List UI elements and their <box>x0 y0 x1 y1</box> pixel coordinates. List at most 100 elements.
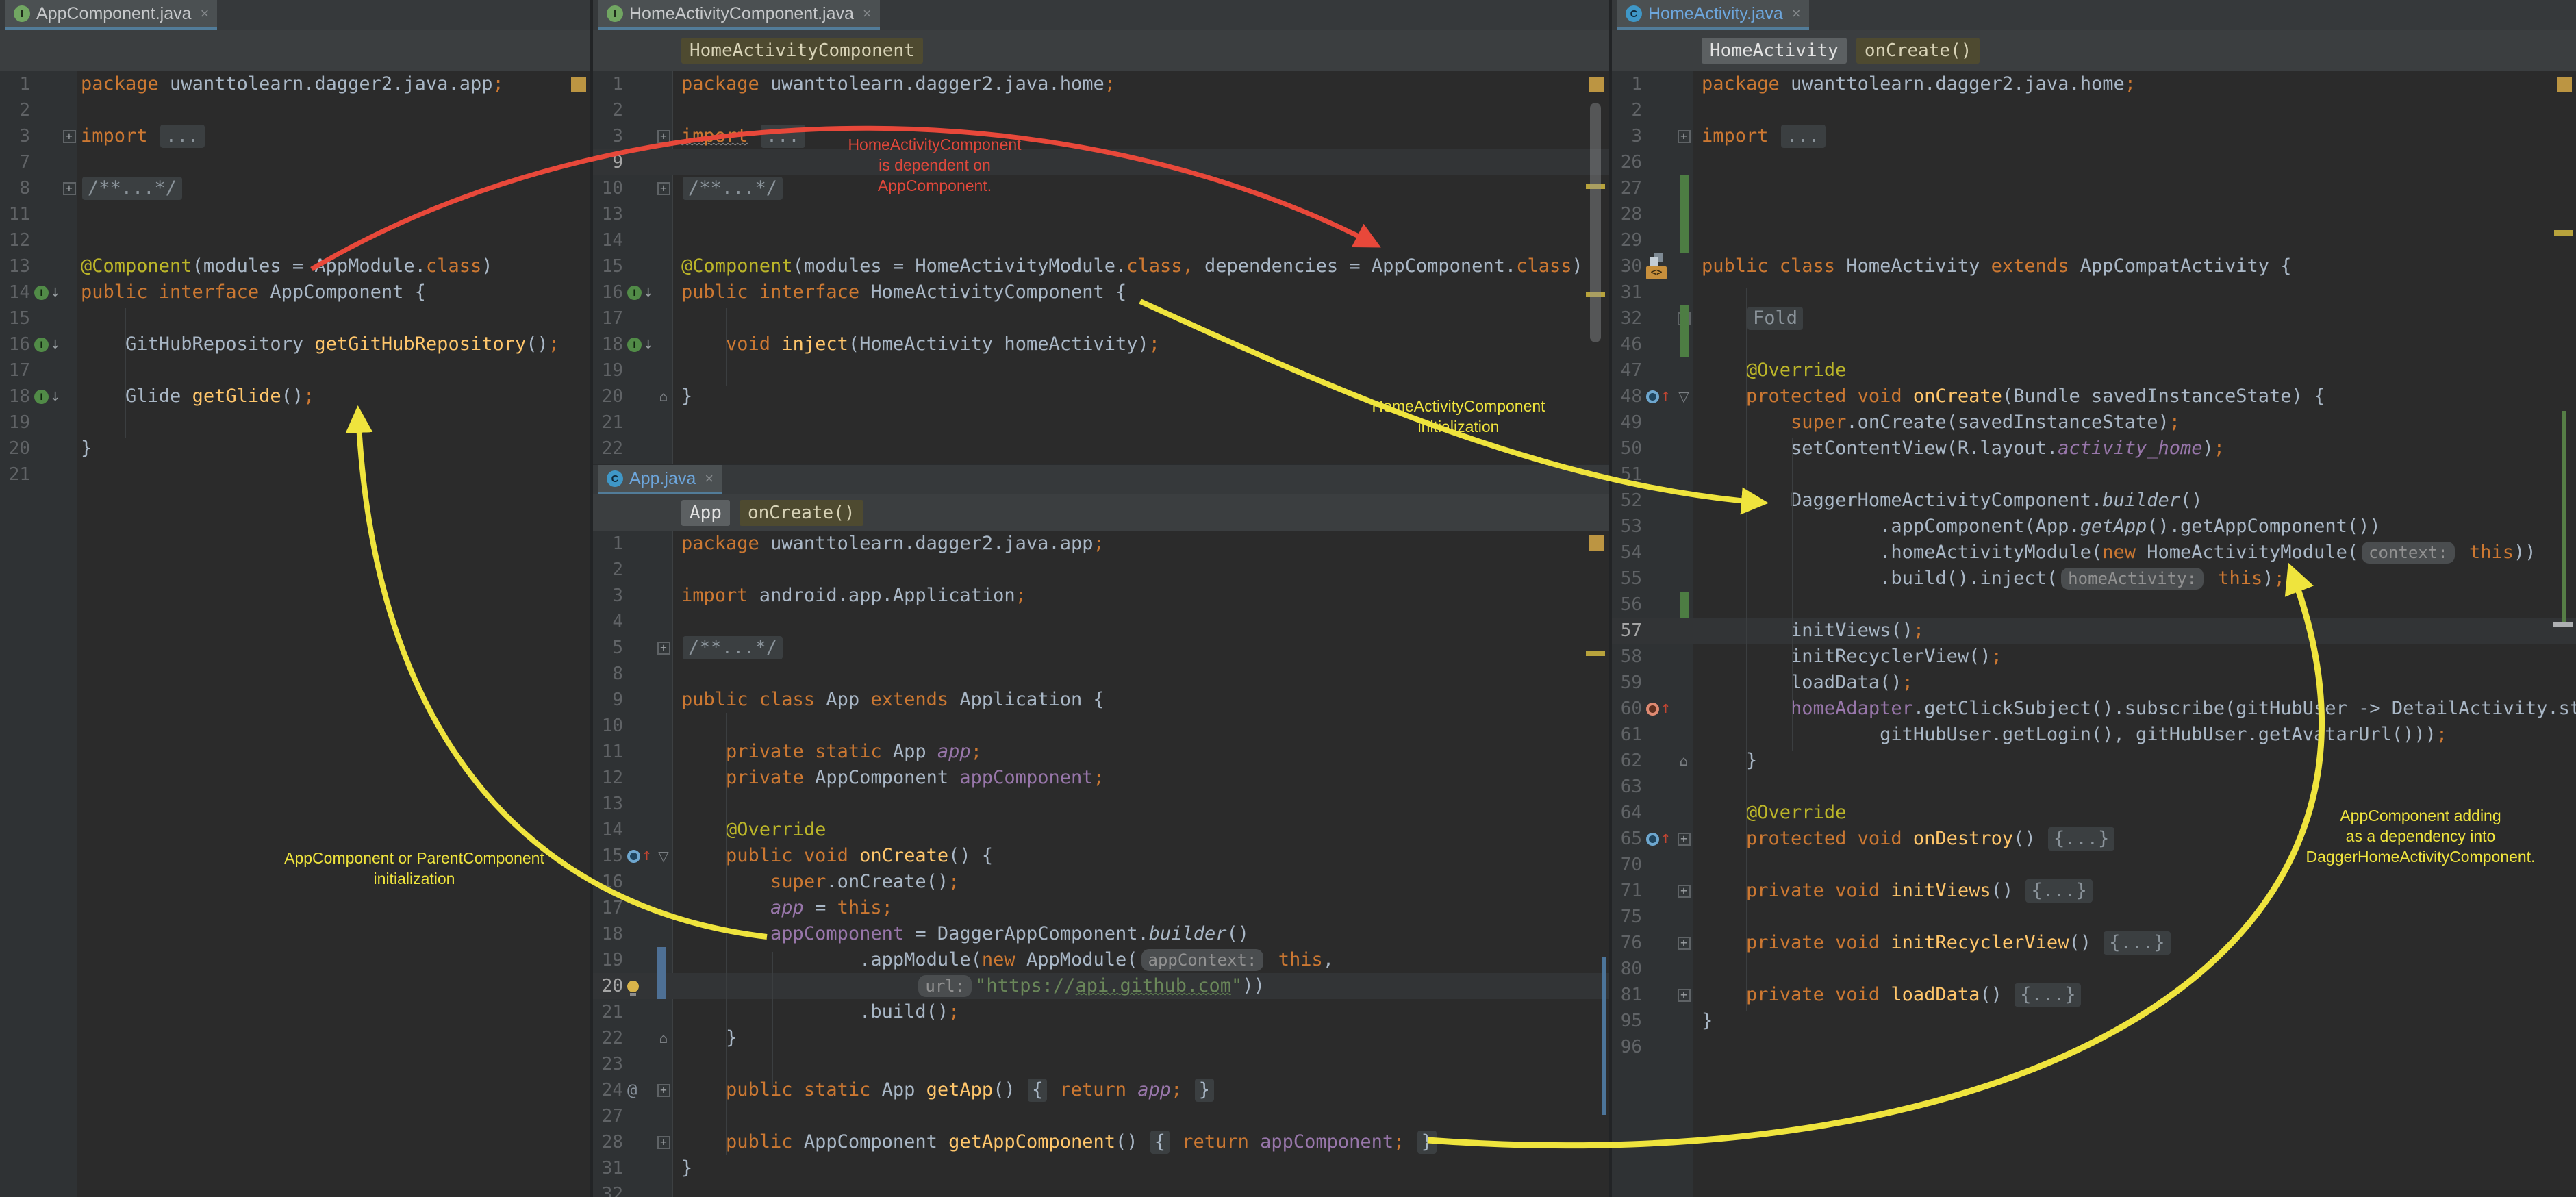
code-text[interactable]: @Override <box>672 817 1609 843</box>
line-number[interactable]: 14 <box>593 820 623 840</box>
line-number[interactable]: 14 <box>593 230 623 251</box>
implemented-icon[interactable]: I <box>627 286 642 300</box>
code-line[interactable]: 8+/**...*/ <box>0 175 590 201</box>
code-line[interactable]: 22 <box>593 436 1609 462</box>
code-line[interactable]: 13@Component(modules = AppModule.class) <box>0 253 590 279</box>
line-number[interactable]: 28 <box>593 1132 623 1152</box>
line-number[interactable]: 1 <box>0 74 30 94</box>
line-number[interactable]: 16 <box>0 334 30 355</box>
code-line[interactable]: 70 <box>1612 852 2576 878</box>
code-line[interactable]: 19 <box>0 410 590 436</box>
line-number[interactable]: 21 <box>593 1002 623 1022</box>
code-line[interactable]: 59 loadData(); <box>1612 670 2576 696</box>
code-line[interactable]: 15↑▽ public void onCreate() { <box>593 843 1609 869</box>
overrides-icon[interactable] <box>1646 390 1659 403</box>
fold-column[interactable]: ⌂ <box>1675 753 1693 769</box>
code-text[interactable]: private AppComponent appComponent; <box>672 765 1609 791</box>
code-line[interactable]: 15@Component(modules = HomeActivityModul… <box>593 253 1609 279</box>
code-line[interactable]: 3+import ... <box>0 123 590 149</box>
code-text[interactable]: protected void onCreate(Bundle savedInst… <box>1693 383 2576 410</box>
code-line[interactable]: 21 <box>0 462 590 488</box>
code-line[interactable]: 31} <box>593 1155 1609 1181</box>
code-text[interactable]: import ... <box>1693 123 2576 149</box>
fold-column[interactable]: + <box>1675 989 1693 1002</box>
line-number[interactable]: 8 <box>0 178 30 199</box>
line-number[interactable]: 11 <box>593 742 623 762</box>
line-number[interactable]: 19 <box>593 360 623 381</box>
code-line[interactable]: 11 private static App app; <box>593 739 1609 765</box>
line-number[interactable]: 96 <box>1612 1037 1642 1057</box>
fold-column[interactable]: + <box>62 130 77 143</box>
code-line[interactable]: 16I↓ GitHubRepository getGitHubRepositor… <box>0 331 590 357</box>
code-line[interactable]: 24@+ public static App getApp() { return… <box>593 1077 1609 1103</box>
code-line[interactable]: 16 super.onCreate(); <box>593 869 1609 895</box>
code-text[interactable]: private void initViews() {...} <box>1693 878 2576 904</box>
line-number[interactable]: 53 <box>1612 516 1642 537</box>
code-text[interactable]: @Component(modules = AppModule.class) <box>77 253 590 279</box>
code-line[interactable]: 71+ private void initViews() {...} <box>1612 878 2576 904</box>
line-number[interactable]: 21 <box>593 412 623 433</box>
code-text[interactable]: .appComponent(App.getApp().getAppCompone… <box>1693 514 2576 540</box>
code-line[interactable]: 64 @Override <box>1612 800 2576 826</box>
implemented-icon[interactable]: I <box>627 338 642 352</box>
code-line[interactable]: 63 <box>1612 774 2576 800</box>
fold-expand-icon[interactable]: + <box>657 1084 670 1097</box>
code-text[interactable]: } <box>1693 748 2576 774</box>
code-line[interactable]: 26 <box>1612 149 2576 175</box>
code-line[interactable]: 60↑ homeAdapter.getClickSubject().subscr… <box>1612 696 2576 722</box>
code-text[interactable]: protected void onDestroy() {...} <box>1693 826 2576 852</box>
code-line[interactable]: 21 .build(); <box>593 999 1609 1025</box>
code-line[interactable]: 53 .appComponent(App.getApp().getAppComp… <box>1612 514 2576 540</box>
fold-column[interactable]: ▽ <box>1675 388 1693 405</box>
scrollbar-thumb[interactable] <box>1590 103 1601 342</box>
code-text[interactable]: public AppComponent getAppComponent() { … <box>672 1129 1609 1155</box>
code-line[interactable]: 1package uwanttolearn.dagger2.java.app; <box>593 531 1609 557</box>
fold-end-icon[interactable]: ⌂ <box>659 388 668 405</box>
line-number[interactable]: 27 <box>593 1106 623 1126</box>
line-number[interactable]: 1 <box>593 533 623 554</box>
code-editor-appcomponent[interactable]: 1package uwanttolearn.dagger2.java.app;2… <box>0 71 590 1197</box>
implemented-icon[interactable]: I <box>34 286 49 300</box>
code-line[interactable]: 21 <box>593 410 1609 436</box>
line-number[interactable]: 12 <box>0 230 30 251</box>
breadcrumb-class[interactable]: App <box>681 500 730 526</box>
code-line[interactable]: 48↑▽ protected void onCreate(Bundle save… <box>1612 383 2576 410</box>
code-line[interactable]: 50 setContentView(R.layout.activity_home… <box>1612 436 2576 462</box>
line-number[interactable]: 17 <box>593 308 623 329</box>
code-line[interactable]: 54 .homeActivityModule(new HomeActivityM… <box>1612 540 2576 566</box>
close-icon[interactable]: × <box>863 5 872 23</box>
line-number[interactable]: 2 <box>593 559 623 580</box>
code-line[interactable]: 8 <box>593 661 1609 687</box>
line-number[interactable]: 55 <box>1612 568 1642 589</box>
code-line[interactable]: 17 app = this; <box>593 895 1609 921</box>
line-number[interactable]: 61 <box>1612 724 1642 745</box>
line-number[interactable]: 22 <box>593 1028 623 1048</box>
code-editor-app[interactable]: 1package uwanttolearn.dagger2.java.app;2… <box>593 531 1609 1197</box>
code-line[interactable]: 62⌂ } <box>1612 748 2576 774</box>
code-text[interactable]: package uwanttolearn.dagger2.java.home; <box>1693 71 2576 97</box>
code-text[interactable]: } <box>77 436 590 462</box>
line-number[interactable]: 59 <box>1612 672 1642 693</box>
code-line[interactable]: 22⌂ } <box>593 1025 1609 1051</box>
code-line[interactable]: 14 @Override <box>593 817 1609 843</box>
fold-expand-icon[interactable]: + <box>1678 130 1691 143</box>
code-line[interactable]: 19 .appModule(new AppModule(appContext: … <box>593 947 1609 973</box>
code-line[interactable]: 27 <box>1612 175 2576 201</box>
line-number[interactable]: 75 <box>1612 907 1642 927</box>
fold-column[interactable]: + <box>1675 885 1693 898</box>
code-line[interactable]: 10 <box>593 713 1609 739</box>
line-number[interactable]: 1 <box>593 74 623 94</box>
line-number[interactable]: 29 <box>1612 230 1642 251</box>
line-number[interactable]: 57 <box>1612 620 1642 641</box>
fold-column[interactable]: ⌂ <box>655 1030 672 1046</box>
code-text[interactable]: @Override <box>1693 800 2576 826</box>
subscriber-icon[interactable] <box>1646 703 1659 716</box>
breadcrumb-class[interactable]: HomeActivity <box>1702 38 1847 64</box>
code-line[interactable]: 13 <box>593 201 1609 227</box>
line-number[interactable]: 15 <box>593 846 623 866</box>
code-line[interactable]: 1package uwanttolearn.dagger2.java.home; <box>593 71 1609 97</box>
close-icon[interactable]: × <box>201 5 210 23</box>
code-line[interactable]: 17 <box>593 305 1609 331</box>
code-line[interactable]: 47 @Override <box>1612 357 2576 383</box>
code-line[interactable]: 18I↓ void inject(HomeActivity homeActivi… <box>593 331 1609 357</box>
